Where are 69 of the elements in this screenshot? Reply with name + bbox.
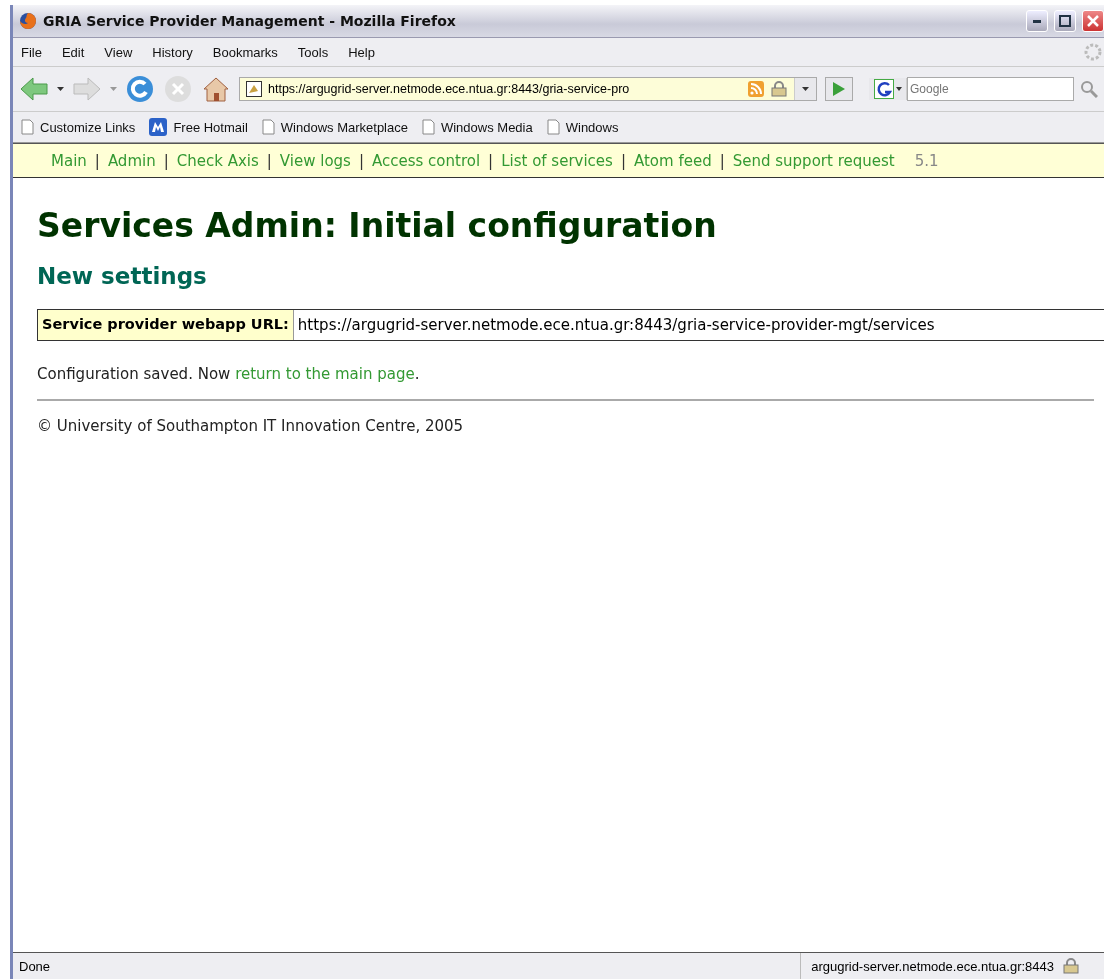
caret-icon	[895, 87, 902, 91]
nav-link[interactable]: Send support request	[732, 151, 895, 170]
page-icon	[546, 119, 560, 135]
status-text: Done	[18, 958, 52, 974]
separator-text: |	[163, 151, 169, 170]
menu-item[interactable]: Edit	[61, 44, 85, 60]
nav-link[interactable]: Atom feed	[633, 151, 712, 170]
menu-item[interactable]: History	[152, 44, 193, 60]
bookmark-link[interactable]: Free Hotmail	[149, 118, 248, 136]
nav-link[interactable]: View logs	[279, 151, 351, 170]
bookmark-label: Windows Media	[440, 119, 533, 135]
setting-value: https://argugrid-server.netmode.ece.ntua.gr:8443/gria-service-provider-mgt/services	[296, 315, 936, 336]
menu-item[interactable]: Help	[348, 44, 375, 60]
main-page-link[interactable]: return to the main page	[235, 365, 415, 383]
close-button[interactable]	[1082, 10, 1104, 32]
status-message: Configuration saved. Now return to the main page.	[37, 365, 421, 383]
dropdown-icon[interactable]	[57, 87, 64, 91]
search-engine-button[interactable]	[869, 78, 907, 100]
nav-link[interactable]: Access control	[371, 151, 481, 170]
back-button[interactable]	[19, 76, 49, 102]
bookmark-label: Windows	[565, 119, 619, 135]
lock-icon	[1062, 958, 1080, 974]
page-title: Services Admin: Initial configuration	[37, 206, 718, 245]
search-field[interactable]: Google	[907, 77, 1074, 101]
menu-item[interactable]: Tools	[297, 44, 329, 60]
minimize-button[interactable]	[1026, 10, 1048, 32]
menu-item[interactable]: File	[21, 44, 42, 60]
firefox-logo-icon	[19, 12, 37, 30]
bookmark-label: Free Hotmail	[173, 119, 248, 135]
maximize-icon	[1059, 15, 1071, 27]
host-text: argugrid-server.netmode.ece.ntua.gr:8443	[811, 958, 1054, 974]
separator-text: |	[719, 151, 725, 170]
bookmark-link[interactable]: Customize Links	[21, 119, 136, 135]
page-icon	[261, 119, 275, 135]
bookmark-label: Customize Links	[40, 119, 136, 135]
separator-text: |	[266, 151, 272, 170]
separator-text: |	[620, 151, 626, 170]
nav-link[interactable]: Main	[51, 151, 87, 170]
play-icon	[833, 82, 845, 96]
feed-icon[interactable]	[748, 81, 764, 97]
menu-item[interactable]: Bookmarks	[212, 44, 278, 60]
window-title: GRIA Service Provider Management - Mozilla Firefox	[43, 13, 457, 29]
address-bar[interactable]: https://argugrid-server.netmode.ece.ntua.gr:8443/gria-service-pro	[239, 77, 817, 101]
version-text: 5.1	[914, 151, 939, 170]
bookmark-link[interactable]: Windows	[546, 119, 619, 135]
copyright-text: © University of Southampton IT Innovation Centre, 2005	[37, 417, 465, 435]
url-text: https://argugrid-server.netmode.ece.ntua.gr:8443/gria-service-pro	[268, 82, 631, 96]
bookmark-link[interactable]: Windows Media	[421, 119, 533, 135]
go-button[interactable]	[825, 77, 853, 101]
page-icon	[421, 119, 435, 135]
nav-link[interactable]: Check Axis	[176, 151, 259, 170]
separator-text: |	[358, 151, 364, 170]
close-icon	[1087, 15, 1099, 27]
reload-button[interactable]	[125, 74, 155, 104]
page-icon	[21, 119, 34, 135]
separator-text: |	[488, 151, 494, 170]
throbber-icon	[1084, 43, 1102, 61]
site-icon	[246, 81, 262, 97]
caret-icon	[802, 87, 809, 91]
nav-link[interactable]: Admin	[107, 151, 156, 170]
maximize-button[interactable]	[1054, 10, 1076, 32]
nav-link[interactable]: List of services	[501, 151, 613, 170]
setting-label: Service provider webapp URL:	[37, 310, 294, 340]
minimize-icon	[1033, 19, 1041, 23]
separator-text: |	[94, 151, 100, 170]
section-heading: New settings	[37, 263, 208, 289]
history-dropdown-button[interactable]	[794, 78, 816, 100]
lock-icon	[770, 81, 788, 97]
menu-item[interactable]: View	[104, 44, 133, 60]
